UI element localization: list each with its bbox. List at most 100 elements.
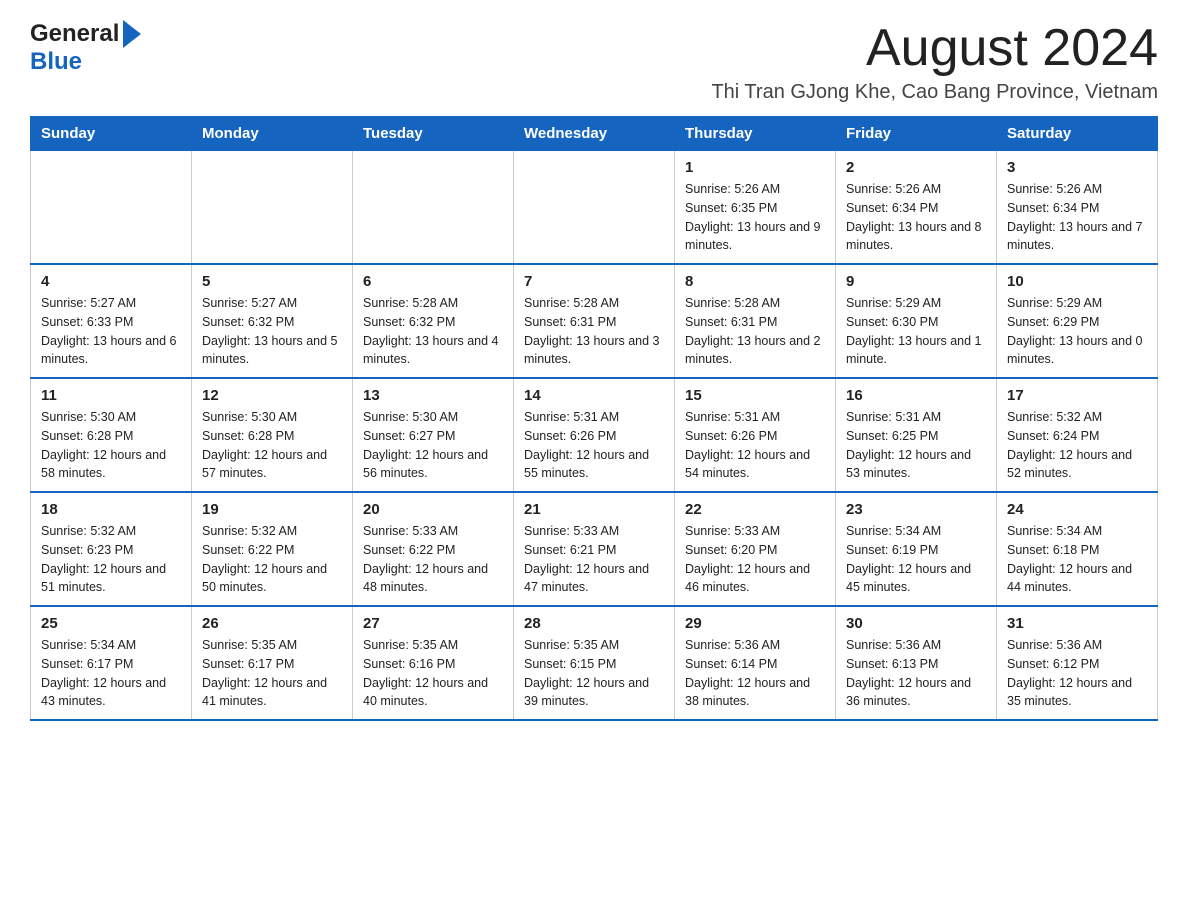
calendar-cell: 18Sunrise: 5:32 AMSunset: 6:23 PMDayligh… [31,492,192,606]
day-number: 6 [363,273,503,290]
day-number: 2 [846,159,986,176]
calendar-cell: 9 Sunrise: 5:29 AMSunset: 6:30 PMDaylight… [836,264,997,378]
main-title: August 2024 [711,20,1158,77]
calendar-cell: 21 Sunrise: 5:33 AMSunset: 6:21 PMDayligh… [514,492,675,606]
calendar-day-header: Friday [836,117,997,151]
calendar-day-header: Wednesday [514,117,675,151]
day-number: 25 [41,615,181,632]
day-number: 14 [524,387,664,404]
day-info: Sunrise: 5:33 AMSunset: 6:21 PMDaylight:… [524,522,664,597]
day-info: Sunrise: 5:34 AMSunset: 6:18 PMDaylight:… [1007,522,1147,597]
day-number: 11 [41,387,181,404]
calendar-body: 1 Sunrise: 5:26 AMSunset: 6:35 PMDaylight… [31,151,1158,721]
day-number: 7 [524,273,664,290]
day-number: 9 [846,273,986,290]
day-info: Sunrise: 5:29 AMSunset: 6:30 PMDaylight:… [846,294,986,369]
calendar-cell: 7Sunrise: 5:28 AMSunset: 6:31 PMDaylight… [514,264,675,378]
calendar-day-header: Tuesday [353,117,514,151]
day-number: 17 [1007,387,1147,404]
day-number: 3 [1007,159,1147,176]
calendar-cell: 14 Sunrise: 5:31 AMSunset: 6:26 PMDayligh… [514,378,675,492]
day-number: 28 [524,615,664,632]
calendar-cell: 16 Sunrise: 5:31 AMSunset: 6:25 PMDayligh… [836,378,997,492]
calendar-cell: 2 Sunrise: 5:26 AMSunset: 6:34 PMDaylight… [836,151,997,265]
calendar-cell [353,151,514,265]
day-info: Sunrise: 5:26 AMSunset: 6:35 PMDaylight:… [685,180,825,255]
calendar-cell: 3 Sunrise: 5:26 AMSunset: 6:34 PMDaylight… [997,151,1158,265]
calendar-cell: 28Sunrise: 5:35 AMSunset: 6:15 PMDayligh… [514,606,675,720]
day-number: 18 [41,501,181,518]
day-number: 16 [846,387,986,404]
calendar-week-row: 4 Sunrise: 5:27 AMSunset: 6:33 PMDaylight… [31,264,1158,378]
calendar-table: SundayMondayTuesdayWednesdayThursdayFrid… [30,116,1158,721]
calendar-cell: 23Sunrise: 5:34 AMSunset: 6:19 PMDayligh… [836,492,997,606]
calendar-cell [514,151,675,265]
calendar-cell: 17 Sunrise: 5:32 AMSunset: 6:24 PMDayligh… [997,378,1158,492]
day-info: Sunrise: 5:35 AMSunset: 6:17 PMDaylight:… [202,636,342,711]
calendar-day-header: Saturday [997,117,1158,151]
day-number: 22 [685,501,825,518]
day-info: Sunrise: 5:30 AMSunset: 6:28 PMDaylight:… [202,408,342,483]
day-info: Sunrise: 5:29 AMSunset: 6:29 PMDaylight:… [1007,294,1147,369]
day-info: Sunrise: 5:26 AMSunset: 6:34 PMDaylight:… [1007,180,1147,255]
calendar-cell: 19Sunrise: 5:32 AMSunset: 6:22 PMDayligh… [192,492,353,606]
day-number: 31 [1007,615,1147,632]
day-info: Sunrise: 5:30 AMSunset: 6:27 PMDaylight:… [363,408,503,483]
logo: General Blue [30,20,141,76]
calendar-cell [192,151,353,265]
page-header: General Blue August 2024 Thi Tran GJong … [30,20,1158,104]
calendar-week-row: 25 Sunrise: 5:34 AMSunset: 6:17 PMDayligh… [31,606,1158,720]
calendar-cell [31,151,192,265]
day-number: 13 [363,387,503,404]
day-info: Sunrise: 5:33 AMSunset: 6:22 PMDaylight:… [363,522,503,597]
day-info: Sunrise: 5:32 AMSunset: 6:24 PMDaylight:… [1007,408,1147,483]
day-info: Sunrise: 5:36 AMSunset: 6:14 PMDaylight:… [685,636,825,711]
calendar-cell: 22 Sunrise: 5:33 AMSunset: 6:20 PMDayligh… [675,492,836,606]
calendar-cell: 29 Sunrise: 5:36 AMSunset: 6:14 PMDayligh… [675,606,836,720]
logo-general-text: General [30,20,119,48]
calendar-cell: 4 Sunrise: 5:27 AMSunset: 6:33 PMDaylight… [31,264,192,378]
calendar-cell: 25 Sunrise: 5:34 AMSunset: 6:17 PMDayligh… [31,606,192,720]
calendar-cell: 8Sunrise: 5:28 AMSunset: 6:31 PMDaylight… [675,264,836,378]
day-info: Sunrise: 5:27 AMSunset: 6:33 PMDaylight:… [41,294,181,369]
day-number: 12 [202,387,342,404]
calendar-cell: 1 Sunrise: 5:26 AMSunset: 6:35 PMDaylight… [675,151,836,265]
day-number: 27 [363,615,503,632]
calendar-cell: 26 Sunrise: 5:35 AMSunset: 6:17 PMDayligh… [192,606,353,720]
day-number: 24 [1007,501,1147,518]
day-info: Sunrise: 5:34 AMSunset: 6:17 PMDaylight:… [41,636,181,711]
day-number: 1 [685,159,825,176]
day-number: 29 [685,615,825,632]
day-number: 20 [363,501,503,518]
day-info: Sunrise: 5:31 AMSunset: 6:26 PMDaylight:… [685,408,825,483]
calendar-cell: 24 Sunrise: 5:34 AMSunset: 6:18 PMDayligh… [997,492,1158,606]
title-block: August 2024 Thi Tran GJong Khe, Cao Bang… [711,20,1158,104]
day-info: Sunrise: 5:30 AMSunset: 6:28 PMDaylight:… [41,408,181,483]
day-info: Sunrise: 5:27 AMSunset: 6:32 PMDaylight:… [202,294,342,369]
day-number: 23 [846,501,986,518]
day-info: Sunrise: 5:33 AMSunset: 6:20 PMDaylight:… [685,522,825,597]
day-number: 19 [202,501,342,518]
day-number: 15 [685,387,825,404]
day-number: 21 [524,501,664,518]
day-info: Sunrise: 5:31 AMSunset: 6:25 PMDaylight:… [846,408,986,483]
logo-triangle-icon [123,20,141,48]
calendar-cell: 31Sunrise: 5:36 AMSunset: 6:12 PMDayligh… [997,606,1158,720]
calendar-cell: 12 Sunrise: 5:30 AMSunset: 6:28 PMDayligh… [192,378,353,492]
day-info: Sunrise: 5:31 AMSunset: 6:26 PMDaylight:… [524,408,664,483]
calendar-cell: 6Sunrise: 5:28 AMSunset: 6:32 PMDaylight… [353,264,514,378]
day-number: 30 [846,615,986,632]
calendar-cell: 5 Sunrise: 5:27 AMSunset: 6:32 PMDaylight… [192,264,353,378]
day-number: 26 [202,615,342,632]
calendar-cell: 15 Sunrise: 5:31 AMSunset: 6:26 PMDayligh… [675,378,836,492]
day-number: 4 [41,273,181,290]
calendar-day-header: Thursday [675,117,836,151]
day-info: Sunrise: 5:35 AMSunset: 6:16 PMDaylight:… [363,636,503,711]
subtitle: Thi Tran GJong Khe, Cao Bang Province, V… [711,81,1158,104]
day-info: Sunrise: 5:26 AMSunset: 6:34 PMDaylight:… [846,180,986,255]
calendar-week-row: 1 Sunrise: 5:26 AMSunset: 6:35 PMDaylight… [31,151,1158,265]
day-number: 5 [202,273,342,290]
calendar-cell: 20 Sunrise: 5:33 AMSunset: 6:22 PMDayligh… [353,492,514,606]
calendar-cell: 11 Sunrise: 5:30 AMSunset: 6:28 PMDayligh… [31,378,192,492]
calendar-week-row: 18Sunrise: 5:32 AMSunset: 6:23 PMDayligh… [31,492,1158,606]
